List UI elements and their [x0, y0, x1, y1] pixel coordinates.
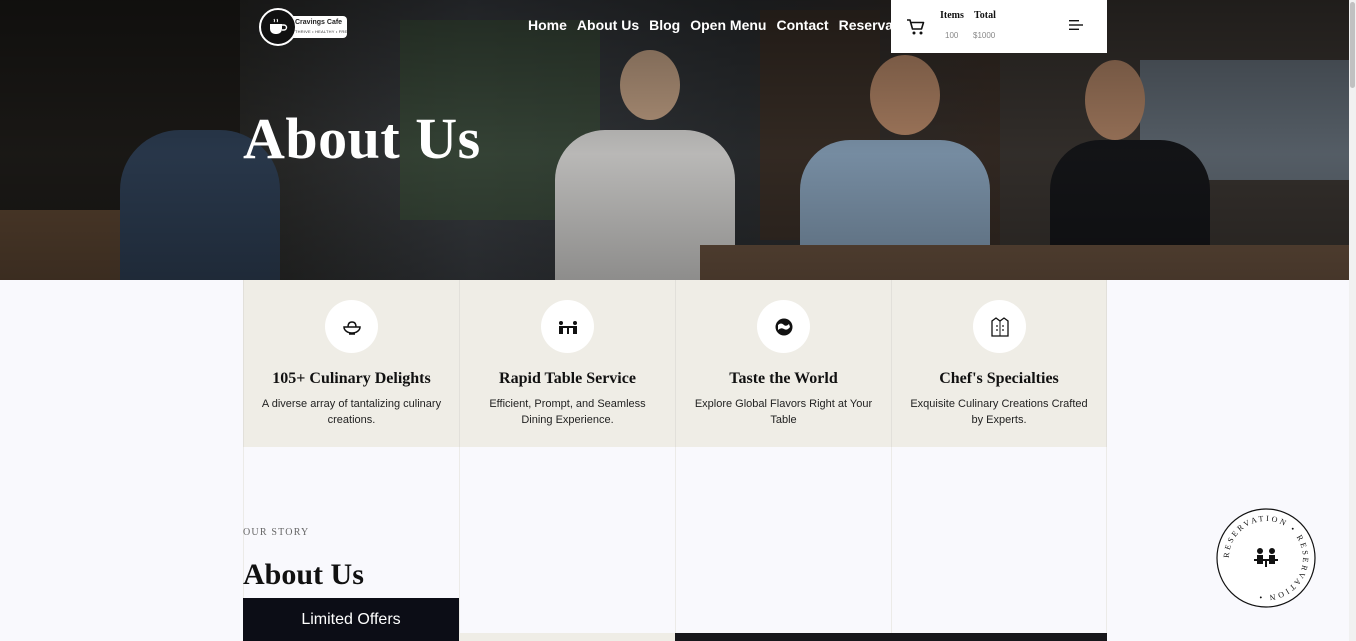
- brand-logo[interactable]: Cravings Cafe THRIVE • HEALTHY • FRE: [259, 8, 347, 46]
- dining-table-icon: [558, 320, 577, 334]
- reservation-badge-graphic: RESERVATION • RESERVATION •: [1216, 508, 1316, 608]
- hero-overlay: [0, 0, 1349, 280]
- section-strip-dark: [675, 633, 1107, 641]
- main-nav: Home About Us Blog Open Menu Contact Res…: [528, 17, 919, 33]
- feature-title: Taste the World: [729, 370, 838, 387]
- limited-offers-button[interactable]: Limited Offers: [243, 598, 459, 641]
- nav-contact[interactable]: Contact: [776, 17, 828, 33]
- nav-open-menu[interactable]: Open Menu: [690, 17, 766, 33]
- feature-desc: Efficient, Prompt, and Seamless Dining E…: [489, 398, 646, 426]
- grid-divider: [1106, 447, 1107, 633]
- cart-icon[interactable]: [906, 18, 926, 36]
- cart-total-label: Total: [974, 10, 996, 21]
- section-strip-light: [459, 633, 675, 641]
- story-title: About Us: [243, 558, 364, 591]
- story-eyebrow: OUR STORY: [243, 527, 310, 538]
- features-row: 105+ Culinary Delights A diverse array o…: [243, 280, 1107, 447]
- hamburger-icon[interactable]: [1069, 19, 1083, 31]
- feature-card: Taste the World Explore Global Flavors R…: [675, 280, 891, 447]
- feature-desc: Explore Global Flavors Right at Your Tab…: [694, 398, 873, 426]
- feature-icon-wrap: [541, 300, 594, 353]
- feature-icon-wrap: [757, 300, 810, 353]
- coffee-cup-icon: [270, 18, 288, 34]
- feature-title: Chef's Specialties: [939, 370, 1059, 387]
- grid-divider: [459, 447, 460, 633]
- chef-jacket-icon: [990, 316, 1009, 337]
- brand-tagline: THRIVE • HEALTHY • FRE: [295, 29, 348, 34]
- hero-banner: About Us: [0, 0, 1349, 280]
- feature-desc: A diverse array of tantalizing culinary …: [261, 398, 442, 426]
- feature-card: Rapid Table Service Efficient, Prompt, a…: [459, 280, 675, 447]
- feature-card: 105+ Culinary Delights A diverse array o…: [243, 280, 459, 447]
- cart-panel: Items Total 100 $1000: [891, 0, 1107, 53]
- cart-items-value: 100: [945, 31, 959, 40]
- cart-total-value: $1000: [973, 31, 996, 40]
- feature-title: Rapid Table Service: [499, 370, 636, 387]
- page-scrollbar[interactable]: [1349, 0, 1356, 641]
- brand-name: Cravings Cafe: [295, 19, 343, 26]
- nav-home[interactable]: Home: [528, 17, 567, 33]
- feature-icon-wrap: [973, 300, 1026, 353]
- cart-items-label: Items: [940, 10, 964, 21]
- feature-card: Chef's Specialties Exquisite Culinary Cr…: [891, 280, 1107, 447]
- page-title: About Us: [243, 106, 481, 171]
- bowl-icon: [342, 320, 361, 335]
- feature-desc: Exquisite Culinary Creations Crafted by …: [910, 398, 1088, 426]
- reservation-badge[interactable]: RESERVATION • RESERVATION •: [1216, 508, 1316, 608]
- feature-icon-wrap: [325, 300, 378, 353]
- nav-blog[interactable]: Blog: [649, 17, 680, 33]
- grid-divider: [891, 447, 892, 633]
- feature-title: 105+ Culinary Delights: [272, 370, 431, 387]
- grid-divider: [675, 447, 676, 633]
- nav-about-us[interactable]: About Us: [577, 17, 639, 33]
- scrollbar-thumb[interactable]: [1350, 2, 1355, 88]
- globe-icon: [775, 318, 792, 335]
